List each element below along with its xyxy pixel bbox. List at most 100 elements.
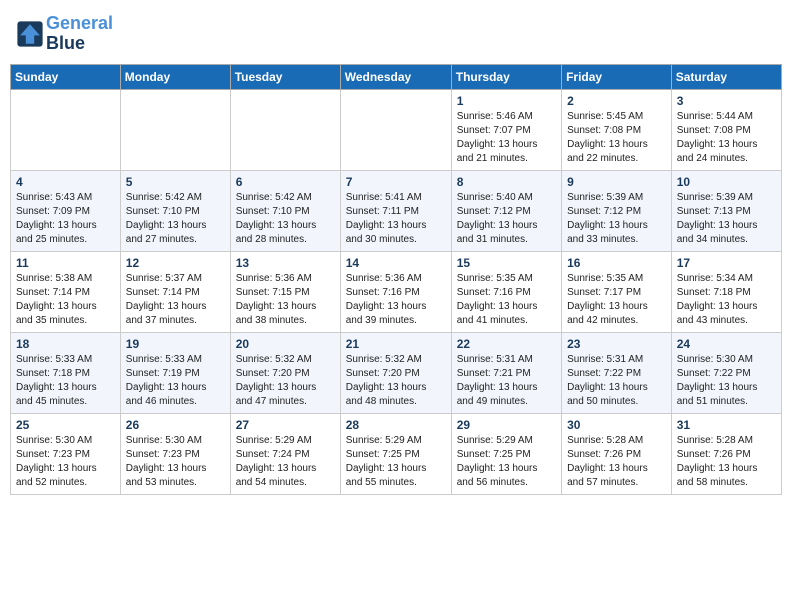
calendar-cell: 15 Sunrise: 5:35 AMSunset: 7:16 PMDayligh… (451, 251, 561, 332)
page-header: GeneralBlue (10, 10, 782, 58)
calendar-cell: 11 Sunrise: 5:38 AMSunset: 7:14 PMDayligh… (11, 251, 121, 332)
calendar-cell: 25 Sunrise: 5:30 AMSunset: 7:23 PMDayligh… (11, 413, 121, 494)
day-info: Sunrise: 5:41 AMSunset: 7:11 PMDaylight:… (346, 191, 446, 247)
day-number: 5 (126, 175, 225, 189)
day-number: 8 (457, 175, 556, 189)
day-info: Sunrise: 5:43 AMSunset: 7:09 PMDaylight:… (16, 191, 115, 247)
day-number: 12 (126, 256, 225, 270)
day-number: 19 (126, 337, 225, 351)
day-info: Sunrise: 5:44 AMSunset: 7:08 PMDaylight:… (677, 110, 776, 166)
day-info: Sunrise: 5:30 AMSunset: 7:23 PMDaylight:… (16, 434, 115, 490)
day-info: Sunrise: 5:32 AMSunset: 7:20 PMDaylight:… (346, 353, 446, 409)
calendar-week-row: 4 Sunrise: 5:43 AMSunset: 7:09 PMDaylight… (11, 170, 782, 251)
day-number: 18 (16, 337, 115, 351)
weekday-header: Saturday (671, 64, 781, 89)
day-number: 22 (457, 337, 556, 351)
day-info: Sunrise: 5:33 AMSunset: 7:19 PMDaylight:… (126, 353, 225, 409)
day-info: Sunrise: 5:39 AMSunset: 7:12 PMDaylight:… (567, 191, 666, 247)
calendar-cell: 4 Sunrise: 5:43 AMSunset: 7:09 PMDaylight… (11, 170, 121, 251)
day-number: 28 (346, 418, 446, 432)
logo-icon (16, 20, 44, 48)
day-number: 7 (346, 175, 446, 189)
day-info: Sunrise: 5:34 AMSunset: 7:18 PMDaylight:… (677, 272, 776, 328)
calendar-table: SundayMondayTuesdayWednesdayThursdayFrid… (10, 64, 782, 495)
calendar-cell: 3 Sunrise: 5:44 AMSunset: 7:08 PMDaylight… (671, 89, 781, 170)
weekday-header: Tuesday (230, 64, 340, 89)
day-number: 31 (677, 418, 776, 432)
calendar-cell: 7 Sunrise: 5:41 AMSunset: 7:11 PMDaylight… (340, 170, 451, 251)
calendar-cell: 24Sunrise: 5:30 AMSunset: 7:22 PMDayligh… (671, 332, 781, 413)
day-number: 11 (16, 256, 115, 270)
day-info: Sunrise: 5:38 AMSunset: 7:14 PMDaylight:… (16, 272, 115, 328)
weekday-header: Thursday (451, 64, 561, 89)
day-info: Sunrise: 5:40 AMSunset: 7:12 PMDaylight:… (457, 191, 556, 247)
calendar-cell: 29 Sunrise: 5:29 AMSunset: 7:25 PMDayligh… (451, 413, 561, 494)
day-number: 4 (16, 175, 115, 189)
calendar-cell: 22 Sunrise: 5:31 AMSunset: 7:21 PMDayligh… (451, 332, 561, 413)
day-number: 23 (567, 337, 666, 351)
calendar-cell: 30 Sunrise: 5:28 AMSunset: 7:26 PMDayligh… (562, 413, 672, 494)
day-info: Sunrise: 5:31 AMSunset: 7:22 PMDaylight:… (567, 353, 666, 409)
day-info: Sunrise: 5:42 AMSunset: 7:10 PMDaylight:… (126, 191, 225, 247)
day-number: 3 (677, 94, 776, 108)
day-number: 13 (236, 256, 335, 270)
day-info: Sunrise: 5:28 AMSunset: 7:26 PMDaylight:… (677, 434, 776, 490)
day-number: 16 (567, 256, 666, 270)
day-info: Sunrise: 5:46 AMSunset: 7:07 PMDaylight:… (457, 110, 556, 166)
day-number: 17 (677, 256, 776, 270)
calendar-cell: 9 Sunrise: 5:39 AMSunset: 7:12 PMDaylight… (562, 170, 672, 251)
calendar-cell: 20Sunrise: 5:32 AMSunset: 7:20 PMDayligh… (230, 332, 340, 413)
calendar-cell: 13 Sunrise: 5:36 AMSunset: 7:15 PMDayligh… (230, 251, 340, 332)
day-info: Sunrise: 5:29 AMSunset: 7:25 PMDaylight:… (346, 434, 446, 490)
day-info: Sunrise: 5:35 AMSunset: 7:16 PMDaylight:… (457, 272, 556, 328)
calendar-cell: 12 Sunrise: 5:37 AMSunset: 7:14 PMDayligh… (120, 251, 230, 332)
day-number: 6 (236, 175, 335, 189)
weekday-header: Monday (120, 64, 230, 89)
calendar-cell: 16 Sunrise: 5:35 AMSunset: 7:17 PMDayligh… (562, 251, 672, 332)
logo: GeneralBlue (16, 14, 113, 54)
calendar-cell: 10 Sunrise: 5:39 AMSunset: 7:13 PMDayligh… (671, 170, 781, 251)
day-number: 29 (457, 418, 556, 432)
day-info: Sunrise: 5:29 AMSunset: 7:25 PMDaylight:… (457, 434, 556, 490)
day-info: Sunrise: 5:39 AMSunset: 7:13 PMDaylight:… (677, 191, 776, 247)
calendar-cell (11, 89, 121, 170)
day-number: 27 (236, 418, 335, 432)
day-number: 20 (236, 337, 335, 351)
day-number: 10 (677, 175, 776, 189)
calendar-week-row: 25 Sunrise: 5:30 AMSunset: 7:23 PMDayligh… (11, 413, 782, 494)
day-info: Sunrise: 5:36 AMSunset: 7:16 PMDaylight:… (346, 272, 446, 328)
day-number: 9 (567, 175, 666, 189)
calendar-cell: 31 Sunrise: 5:28 AMSunset: 7:26 PMDayligh… (671, 413, 781, 494)
day-info: Sunrise: 5:36 AMSunset: 7:15 PMDaylight:… (236, 272, 335, 328)
day-info: Sunrise: 5:33 AMSunset: 7:18 PMDaylight:… (16, 353, 115, 409)
weekday-header: Wednesday (340, 64, 451, 89)
weekday-header: Sunday (11, 64, 121, 89)
calendar-cell: 8 Sunrise: 5:40 AMSunset: 7:12 PMDaylight… (451, 170, 561, 251)
day-info: Sunrise: 5:45 AMSunset: 7:08 PMDaylight:… (567, 110, 666, 166)
day-number: 2 (567, 94, 666, 108)
day-number: 15 (457, 256, 556, 270)
calendar-cell (230, 89, 340, 170)
calendar-cell (120, 89, 230, 170)
day-number: 30 (567, 418, 666, 432)
day-info: Sunrise: 5:35 AMSunset: 7:17 PMDaylight:… (567, 272, 666, 328)
calendar-cell: 19 Sunrise: 5:33 AMSunset: 7:19 PMDayligh… (120, 332, 230, 413)
calendar-cell: 14Sunrise: 5:36 AMSunset: 7:16 PMDayligh… (340, 251, 451, 332)
calendar-week-row: 11 Sunrise: 5:38 AMSunset: 7:14 PMDayligh… (11, 251, 782, 332)
day-info: Sunrise: 5:37 AMSunset: 7:14 PMDaylight:… (126, 272, 225, 328)
calendar-week-row: 18 Sunrise: 5:33 AMSunset: 7:18 PMDayligh… (11, 332, 782, 413)
day-info: Sunrise: 5:31 AMSunset: 7:21 PMDaylight:… (457, 353, 556, 409)
calendar-cell: 2 Sunrise: 5:45 AMSunset: 7:08 PMDaylight… (562, 89, 672, 170)
day-info: Sunrise: 5:28 AMSunset: 7:26 PMDaylight:… (567, 434, 666, 490)
calendar-cell: 23 Sunrise: 5:31 AMSunset: 7:22 PMDayligh… (562, 332, 672, 413)
calendar-cell: 27 Sunrise: 5:29 AMSunset: 7:24 PMDayligh… (230, 413, 340, 494)
day-number: 25 (16, 418, 115, 432)
calendar-cell: 21 Sunrise: 5:32 AMSunset: 7:20 PMDayligh… (340, 332, 451, 413)
day-number: 26 (126, 418, 225, 432)
day-number: 21 (346, 337, 446, 351)
day-info: Sunrise: 5:29 AMSunset: 7:24 PMDaylight:… (236, 434, 335, 490)
logo-text: GeneralBlue (46, 14, 113, 54)
calendar-cell: 1Sunrise: 5:46 AMSunset: 7:07 PMDaylight… (451, 89, 561, 170)
calendar-cell: 28 Sunrise: 5:29 AMSunset: 7:25 PMDayligh… (340, 413, 451, 494)
calendar-cell: 18 Sunrise: 5:33 AMSunset: 7:18 PMDayligh… (11, 332, 121, 413)
